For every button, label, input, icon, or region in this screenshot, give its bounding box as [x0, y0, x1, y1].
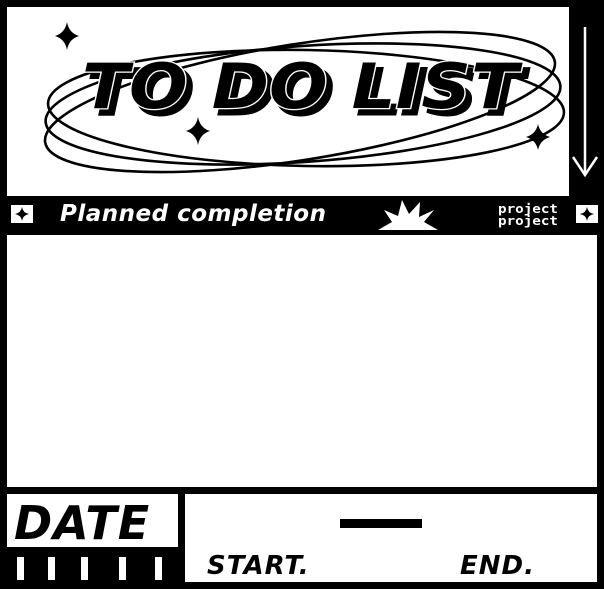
sparkle-icon	[55, 22, 79, 50]
starburst-icon	[378, 200, 438, 230]
date-tick	[17, 557, 24, 580]
arrow-down-icon[interactable]	[569, 7, 600, 196]
date-label: DATE	[14, 496, 151, 550]
project-tag: project project	[498, 202, 558, 228]
todo-writing-area[interactable]	[7, 235, 597, 487]
range-dash	[340, 519, 422, 528]
page-title: TO DO LIST	[82, 50, 523, 123]
banner-label: Planned completion	[60, 201, 327, 227]
star-square-icon	[11, 205, 33, 223]
date-tick	[81, 557, 88, 580]
end-label: END.	[460, 551, 535, 581]
sparkle-icon	[526, 124, 550, 150]
date-tick	[119, 557, 126, 580]
date-tick	[155, 557, 162, 580]
svg-text:project: project	[498, 214, 558, 228]
date-tick	[48, 557, 55, 580]
star-square-icon	[576, 205, 598, 223]
start-label: START.	[207, 551, 310, 581]
